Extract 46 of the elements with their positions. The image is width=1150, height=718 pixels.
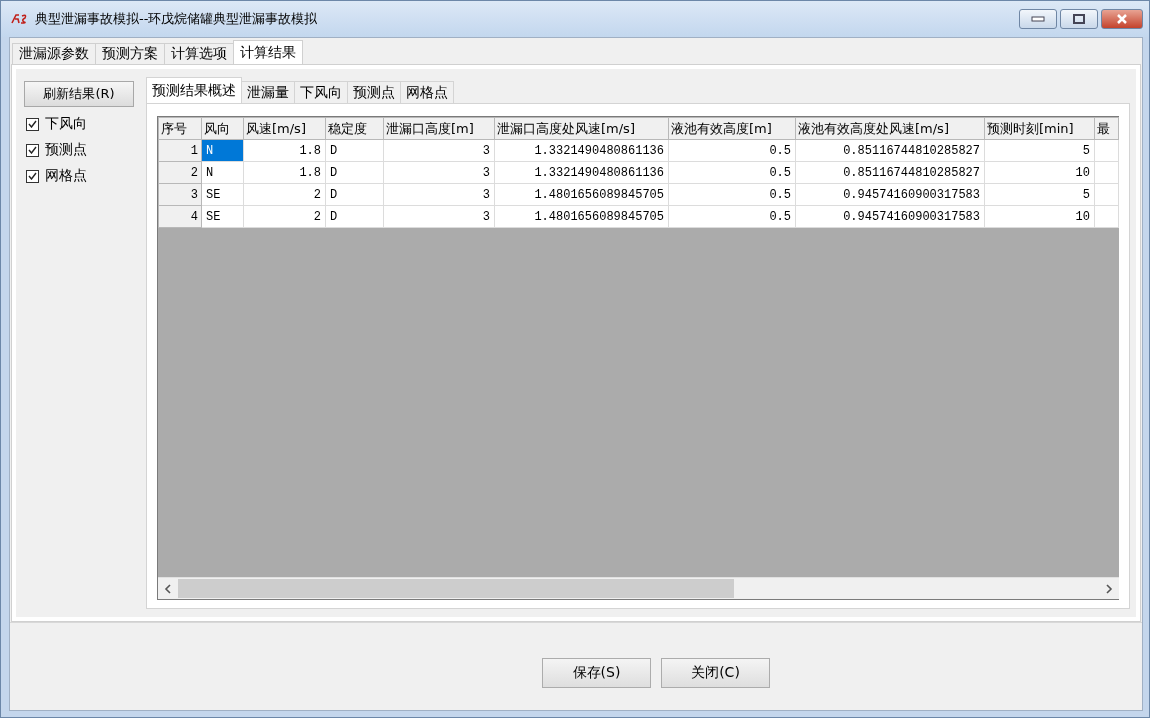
table-cell: 1.3321490480861136 <box>494 139 669 162</box>
maximize-button[interactable] <box>1060 9 1098 29</box>
column-header[interactable]: 稳定度 <box>325 117 384 140</box>
table-cell: 0.85116744810285827 <box>795 139 985 162</box>
column-header[interactable]: 泄漏口高度处风速[m/s] <box>494 117 669 140</box>
table-cell: 1.4801656089845705 <box>494 205 669 228</box>
horizontal-scrollbar[interactable] <box>158 577 1119 599</box>
tab[interactable]: 预测结果概述 <box>146 77 242 103</box>
table-cell: 0.94574160900317583 <box>795 205 985 228</box>
minimize-button[interactable] <box>1019 9 1057 29</box>
column-header[interactable]: 风速[m/s] <box>243 117 326 140</box>
minimize-icon <box>1031 16 1045 22</box>
checkbox-label: 网格点 <box>45 167 87 185</box>
app-logo-icon <box>11 14 29 24</box>
column-header[interactable]: 液池有效高度[m] <box>668 117 796 140</box>
table-cell: 1.3321490480861136 <box>494 161 669 184</box>
window-title: 典型泄漏事故模拟--环戊烷储罐典型泄漏事故模拟 <box>35 10 319 28</box>
column-header[interactable]: 风向 <box>201 117 244 140</box>
checkbox-label: 预测点 <box>45 141 87 159</box>
checkbox[interactable] <box>26 117 39 131</box>
row-number: 3 <box>158 183 202 206</box>
tab[interactable]: 泄漏源参数 <box>12 43 96 64</box>
table-cell: 0.85116744810285827 <box>795 161 985 184</box>
checkbox-label: 下风向 <box>45 115 87 133</box>
table-cell: 0.94574160900317583 <box>795 183 985 206</box>
row-number: 4 <box>158 205 202 228</box>
dialog-button[interactable]: 保存(S) <box>542 657 651 688</box>
checkbox[interactable] <box>26 143 39 157</box>
column-header[interactable]: 液池有效高度处风速[m/s] <box>795 117 985 140</box>
tab[interactable]: 网格点 <box>400 81 454 103</box>
maximize-icon <box>1073 14 1085 24</box>
column-header[interactable]: 泄漏口高度[m] <box>383 117 495 140</box>
tab[interactable]: 预测点 <box>347 81 401 103</box>
close-button[interactable] <box>1101 9 1143 29</box>
column-header[interactable]: 预测时刻[min] <box>984 117 1095 140</box>
refresh-button[interactable]: 刷新结果(R) <box>24 81 134 107</box>
tab[interactable]: 计算结果 <box>233 40 303 64</box>
column-header[interactable]: 最 <box>1094 117 1119 140</box>
row-number: 2 <box>158 161 202 184</box>
row-number: 1 <box>158 139 202 162</box>
scrollbar-thumb[interactable] <box>178 579 734 598</box>
table-cell: 1.4801656089845705 <box>494 183 669 206</box>
close-icon <box>1116 14 1128 24</box>
column-header[interactable]: 序号 <box>158 117 202 140</box>
dialog-button[interactable]: 关闭(C) <box>661 657 770 688</box>
checkbox[interactable] <box>26 169 39 183</box>
